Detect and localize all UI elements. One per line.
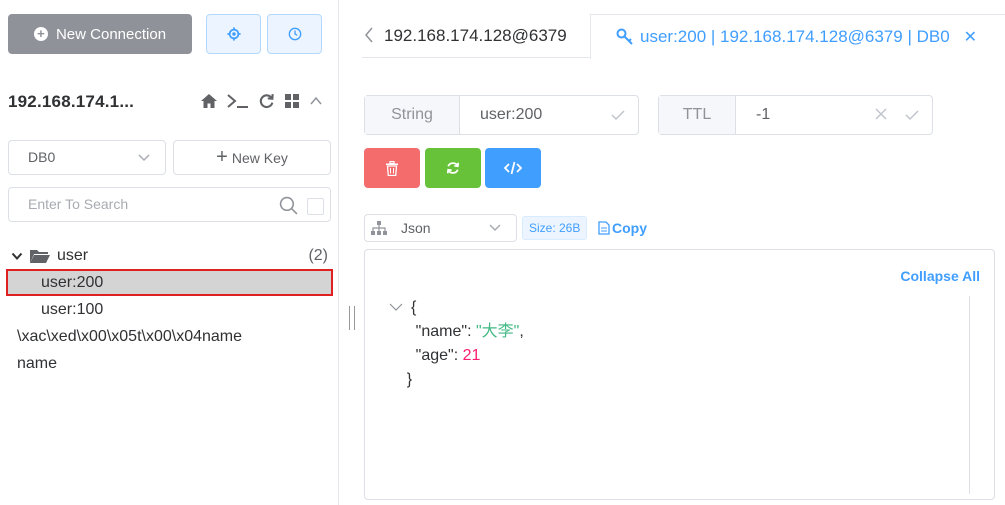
refresh-icon[interactable] (258, 92, 275, 109)
connection-toolbar (200, 92, 323, 109)
size-badge: Size: 26B (522, 216, 588, 240)
check-icon[interactable] (610, 96, 626, 134)
format-select[interactable]: Json (364, 214, 517, 242)
ttl-input[interactable]: -1 (736, 96, 932, 134)
new-key-button[interactable]: + New Key (173, 140, 331, 175)
tab-key-user-200[interactable]: user:200 | 192.168.174.128@6379 | DB0 ✕ (590, 14, 1005, 59)
json-content: { "name": "大李", "age": 21 } (389, 296, 524, 392)
json-line: "age": 21 (415, 347, 481, 364)
copy-button[interactable]: Copy (598, 220, 647, 236)
format-select-value: Json (401, 220, 431, 236)
close-icon[interactable]: ✕ (964, 27, 977, 47)
json-line: { (389, 296, 524, 320)
json-open-brace: { (411, 299, 417, 316)
json-key: "age" (415, 347, 454, 364)
copy-label: Copy (612, 220, 647, 236)
search-input[interactable] (28, 196, 268, 212)
new-connection-button[interactable]: + New Connection (8, 14, 192, 54)
key-type-label: String (365, 96, 460, 134)
tab-bar: 192.168.174.128@6379 user:200 | 192.168.… (362, 14, 1005, 59)
new-key-label: New Key (231, 149, 288, 166)
ttl-field: TTL -1 (658, 95, 933, 135)
json-key: "name" (415, 323, 468, 340)
exact-match-checkbox[interactable] (307, 198, 324, 215)
db-select-value: DB0 (28, 149, 56, 165)
gear-icon (226, 27, 241, 41)
tree-key-user-200[interactable]: user:200 (6, 269, 333, 296)
chevron-down-icon[interactable] (389, 296, 411, 320)
key-tree: user (2) user:200 user:100 \xac\xed\x00\… (0, 242, 339, 377)
plus-icon: + (216, 145, 228, 168)
ttl-label: TTL (659, 96, 736, 134)
pane-resize-handle[interactable] (349, 306, 355, 330)
chevron-left-icon[interactable] (362, 26, 376, 44)
key-icon (616, 28, 633, 45)
tab-key-label: user:200 | 192.168.174.128@6379 | DB0 (640, 27, 950, 46)
terminal-icon[interactable] (227, 93, 249, 109)
json-close-brace: } (406, 371, 413, 388)
scrollbar[interactable] (969, 296, 970, 494)
trash-icon (386, 160, 398, 176)
json-number-value: 21 (462, 347, 481, 364)
search-icon[interactable] (279, 196, 298, 215)
tree-key-user-100[interactable]: user:100 (0, 296, 339, 323)
tree-key-serialized-name[interactable]: \xac\xed\x00\x05t\x00\x04name (0, 323, 339, 350)
chevron-down-icon (489, 224, 501, 232)
chevron-down-icon[interactable] (11, 250, 23, 262)
home-icon[interactable] (200, 93, 218, 109)
key-name-field: String user:200 (364, 95, 639, 135)
tab-connection[interactable]: 192.168.174.128@6379 (384, 14, 612, 58)
check-icon[interactable] (904, 96, 920, 134)
delete-key-button[interactable] (364, 148, 420, 188)
chevron-up-icon[interactable] (309, 94, 323, 108)
plus-circle-icon: + (33, 27, 48, 41)
document-icon (598, 221, 610, 235)
code-icon (504, 161, 522, 175)
dump-command-button[interactable] (485, 148, 541, 188)
clock-icon (288, 27, 301, 41)
tree-folder-label: user (57, 246, 89, 264)
json-line: "name": "大李", (415, 323, 524, 340)
connection-name[interactable]: 192.168.174.1... (8, 92, 134, 112)
refresh-icon (446, 162, 460, 174)
refresh-key-button[interactable] (425, 148, 481, 188)
folder-open-icon (30, 249, 50, 263)
settings-button[interactable] (206, 14, 261, 54)
new-connection-label: New Connection (55, 25, 167, 43)
clear-icon[interactable] (874, 96, 888, 134)
tree-folder-count: (2) (308, 246, 328, 264)
key-name-value: user:200 (480, 106, 543, 123)
search-box (8, 187, 331, 222)
chevron-down-icon (138, 154, 150, 162)
key-name-input[interactable]: user:200 (460, 96, 638, 134)
sidebar: + New Connection 192.168.174.1... DB0 + … (0, 0, 339, 505)
grid-icon[interactable] (284, 93, 300, 109)
tree-key-name[interactable]: name (0, 350, 339, 377)
tab-connection-label: 192.168.174.128@6379 (384, 26, 567, 45)
json-line: } (389, 368, 524, 392)
history-button[interactable] (267, 14, 322, 54)
json-string-value: "大李" (475, 323, 520, 340)
collapse-all-button[interactable]: Collapse All (900, 268, 980, 284)
json-viewer: Collapse All { "name": "大李", "age": 21 } (364, 249, 995, 500)
ttl-value: -1 (756, 106, 771, 123)
tree-structure-icon (371, 221, 387, 235)
tree-folder-user[interactable]: user (2) (0, 242, 339, 269)
db-select[interactable]: DB0 (8, 140, 166, 175)
